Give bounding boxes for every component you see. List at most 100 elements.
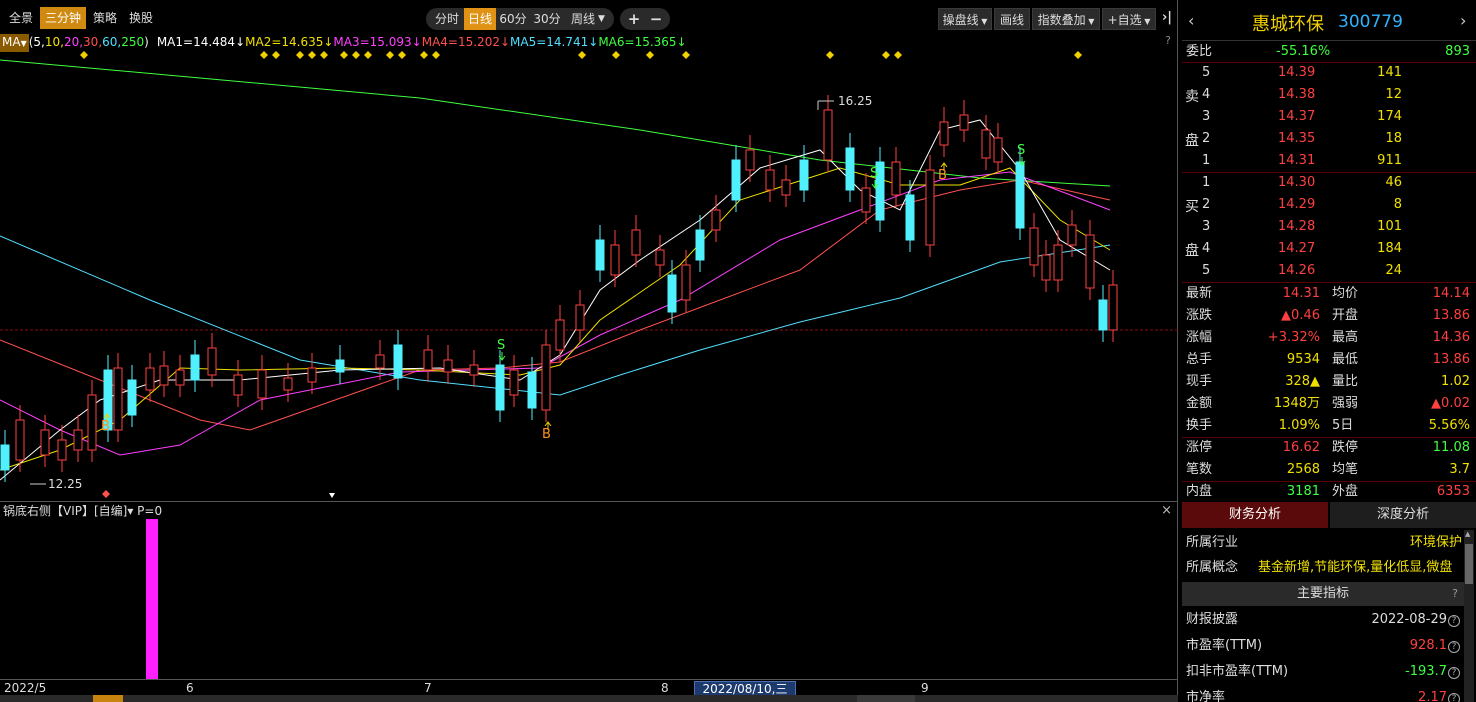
quote-value: 13.86 (1432, 308, 1470, 323)
signal-diamond (386, 51, 394, 59)
panel-scrollbar[interactable]: ▲ (1464, 530, 1474, 702)
scroll-region[interactable] (857, 695, 915, 702)
candle (159, 365, 169, 386)
ma-value-1: MA1=14.484↓ (156, 35, 246, 49)
tab-weekly[interactable]: 周线 (566, 8, 600, 30)
concept-row: 所属概念 基金新增,节能环保,量化低显,微盘 (1182, 555, 1476, 581)
buy-order-row[interactable]: 5 14.26 24 (1182, 260, 1476, 282)
candle (207, 347, 217, 376)
order-level: 5 (1202, 263, 1211, 278)
signal-diamond (80, 51, 88, 59)
chevron-down-icon[interactable]: ▼ (598, 8, 605, 30)
tab-30min[interactable]: 30分 (530, 8, 564, 30)
order-volume: 911 (1377, 153, 1402, 168)
chevron-up-icon[interactable]: ▲ (1465, 530, 1470, 538)
quote-label: 跌停 (1332, 440, 1359, 455)
add-watchlist-label: 自选 (1117, 13, 1142, 27)
sell-signal-marker: S (870, 166, 878, 181)
buy-order-row[interactable]: 2 14.29 8 (1182, 194, 1476, 216)
candlestick-chart[interactable]: B B B S S S 16.25 12.25 (0, 50, 1178, 501)
index-overlay-button[interactable]: 指数叠加 ▼ (1032, 8, 1100, 30)
three-minute-button[interactable]: 三分钟 (40, 7, 86, 29)
sell-order-row[interactable]: 2 14.35 18 (1182, 128, 1476, 150)
weibi-value: -55.16% (1276, 44, 1331, 59)
scroll-thumb[interactable] (1465, 544, 1473, 584)
ma-param: 30, (83, 35, 103, 49)
buy-order-row[interactable]: 4 14.27 184 (1182, 238, 1476, 260)
concept-value[interactable]: 基金新增,节能环保,量化低显,微盘 (1258, 555, 1464, 581)
quote-label: 总手 (1186, 352, 1213, 367)
quote-row: 金额 1348万 强弱 ▲0.02 (1182, 393, 1476, 415)
candle (905, 194, 915, 241)
switch-stock-button[interactable]: 换股 (124, 7, 158, 29)
tab-daily[interactable]: 日线 (464, 8, 496, 30)
candle (1067, 224, 1077, 246)
close-icon[interactable]: × (1161, 502, 1172, 520)
zoom-out-button[interactable]: − (646, 8, 666, 30)
add-watchlist-button[interactable]: +自选 ▼ (1102, 8, 1156, 30)
candle (1108, 284, 1118, 331)
candle (959, 114, 969, 131)
candle (845, 147, 855, 191)
buy-signal-marker: B (542, 427, 551, 442)
chevron-right-icon[interactable]: › (1460, 11, 1466, 30)
scroll-thumb[interactable] (93, 695, 123, 702)
signal-diamond (826, 51, 834, 59)
quote-value: 16.62 (1282, 440, 1320, 455)
sell-order-row[interactable]: 5 14.39 141 (1182, 62, 1476, 84)
draw-line-button[interactable]: 画线 (994, 8, 1030, 30)
candle (113, 367, 123, 431)
operate-line-button[interactable]: 操盘线 ▼ (938, 8, 992, 30)
event-marker (102, 490, 110, 498)
quote-row: 换手 1.09% 5日 5.56% (1182, 415, 1476, 437)
key-indicator-label: 市净率 (1186, 690, 1226, 702)
tab-depth[interactable]: 深度分析 (1330, 502, 1476, 528)
candle (781, 179, 791, 196)
candle (631, 229, 641, 256)
candle (541, 344, 551, 411)
info-icon[interactable]: ? (1448, 693, 1460, 702)
key-indicator-row: 扣非市盈率(TTM) -193.7? (1182, 659, 1464, 685)
order-price: 14.38 (1278, 87, 1316, 102)
quote-value: 13.86 (1432, 352, 1470, 367)
industry-value[interactable]: 环境保护 (1410, 530, 1462, 556)
signal-diamond (340, 51, 348, 59)
tab-financial[interactable]: 财务分析 (1182, 502, 1328, 528)
key-indicator-label: 扣非市盈率(TTM) (1186, 664, 1289, 679)
sub-indicator-chart[interactable] (0, 519, 1178, 679)
quote-value: 1.09% (1278, 418, 1320, 433)
sell-order-row[interactable]: 3 14.37 174 (1182, 106, 1476, 128)
chart-scrollbar[interactable] (0, 695, 1178, 702)
candle (823, 109, 833, 161)
collapse-panel-icon[interactable]: ›| (1160, 7, 1174, 29)
panorama-button[interactable]: 全景 (4, 7, 38, 29)
zoom-in-button[interactable]: + (624, 8, 644, 30)
key-indicators-header[interactable]: 主要指标 ? (1182, 582, 1464, 606)
info-icon[interactable]: ? (1448, 667, 1460, 679)
chevron-left-icon[interactable]: ‹ (1188, 11, 1194, 30)
ma-value-4: MA4=15.202↓ (421, 35, 511, 49)
ma-value-3: MA3=15.093↓ (333, 35, 422, 49)
key-indicator-row: 市净率 2.17? (1182, 685, 1464, 702)
quote-row: 内盘 3181 外盘 6353 (1182, 481, 1476, 503)
quote-value: 328▲ (1285, 374, 1320, 389)
help-icon[interactable]: ? (1452, 582, 1458, 606)
sub-indicator-title[interactable]: 锅底右侧【VIP】[自编]▾ P=0 (3, 504, 162, 518)
info-icon[interactable]: ? (1448, 615, 1460, 627)
sell-order-row[interactable]: 1 14.31 911 (1182, 150, 1476, 172)
strategy-button[interactable]: 策略 (88, 7, 122, 29)
buy-order-row[interactable]: 1 14.30 46 (1182, 172, 1476, 194)
weibi-volume: 893 (1445, 44, 1470, 59)
info-icon[interactable]: ? (1448, 641, 1460, 653)
tab-60min[interactable]: 60分 (496, 8, 530, 30)
quote-label: 换手 (1186, 418, 1213, 433)
candle (731, 159, 741, 201)
candle (127, 379, 137, 416)
buy-order-row[interactable]: 3 14.28 101 (1182, 216, 1476, 238)
help-icon[interactable]: ? (1165, 34, 1171, 47)
sell-order-row[interactable]: 4 14.38 12 (1182, 84, 1476, 106)
candle (711, 209, 721, 231)
weibi-label: 委比 (1186, 44, 1213, 59)
order-volume: 24 (1385, 263, 1402, 278)
tab-intraday[interactable]: 分时 (430, 8, 464, 30)
